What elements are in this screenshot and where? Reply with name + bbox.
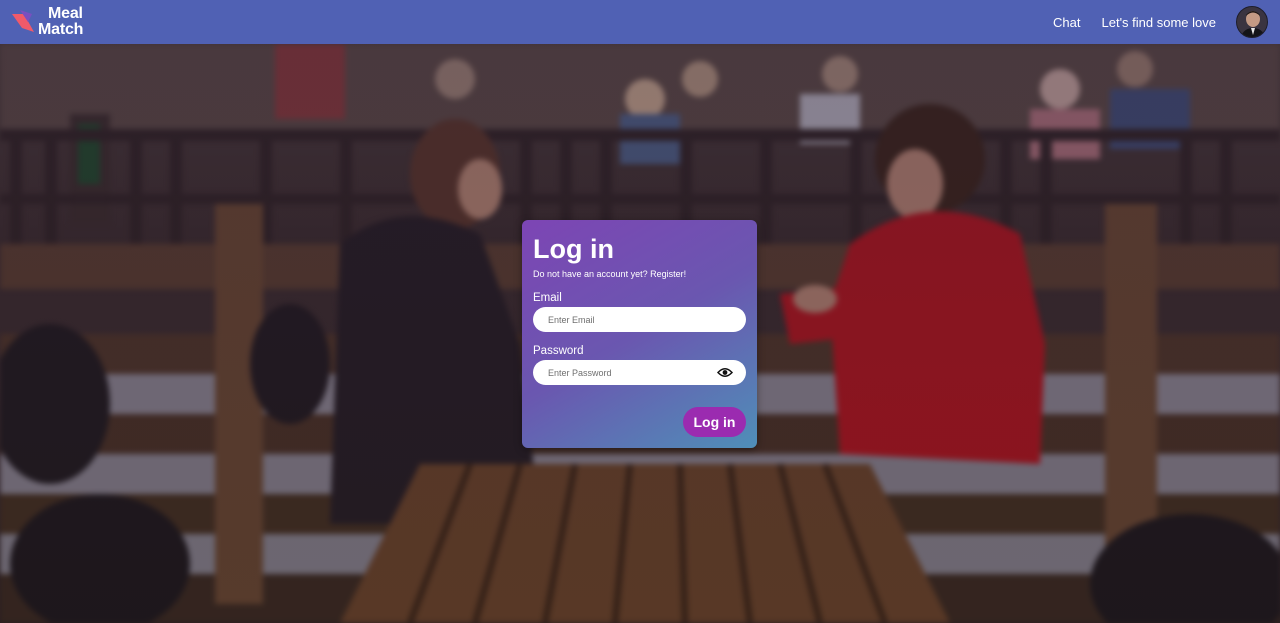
password-input[interactable] (533, 360, 746, 385)
avatar[interactable] (1236, 6, 1268, 38)
logo-icon (12, 10, 34, 32)
nav-link-chat[interactable]: Chat (1053, 15, 1080, 30)
email-field-wrapper (533, 307, 746, 332)
password-label: Password (533, 345, 584, 357)
nav-link-find-love[interactable]: Let's find some love (1102, 15, 1217, 30)
brand-line-2: Match (38, 21, 84, 38)
nav-links: Chat Let's find some love (1053, 6, 1268, 38)
top-navbar: Meal Match Chat Let's find some love (0, 0, 1280, 44)
brand-line-1: Meal (48, 5, 83, 22)
register-link[interactable]: Do not have an account yet? Register! (533, 269, 746, 279)
brand-name: Meal Match (38, 6, 83, 38)
login-card: Log in Do not have an account yet? Regis… (522, 220, 757, 448)
brand-logo[interactable]: Meal Match (10, 0, 83, 44)
login-submit-button[interactable]: Log in (683, 407, 746, 437)
user-avatar-icon (1237, 7, 1267, 37)
email-input[interactable] (533, 307, 746, 332)
eye-icon[interactable] (717, 366, 733, 379)
password-field-wrapper (533, 360, 746, 385)
login-title: Log in (533, 234, 614, 264)
email-label: Email (533, 292, 562, 304)
